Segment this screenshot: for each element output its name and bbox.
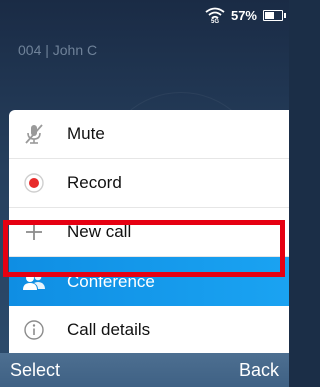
menu-item-new-call[interactable]: New call [9,208,289,257]
menu-item-label: Call details [67,320,151,339]
network-label: 5G [211,19,219,23]
wifi-icon: 5G [205,7,225,25]
menu-item-conference[interactable]: Conference [9,257,289,306]
mic-off-icon [21,121,47,147]
menu-item-label: Record [67,173,122,192]
back-softkey[interactable]: Back [239,360,279,381]
info-icon [21,317,47,343]
menu-item-label: Mute [67,124,105,143]
conference-icon [21,269,47,295]
battery-percent: 57% [230,7,257,23]
call-screen: 5G 57% 004 | John C Mute Record New call… [0,0,289,387]
call-options-menu: Mute Record New call Conference Call det… [9,110,289,355]
softkey-bar: Select Back [0,353,289,387]
plus-icon [21,219,47,245]
menu-item-record[interactable]: Record [9,159,289,208]
menu-item-label: Conference [67,271,155,291]
select-softkey[interactable]: Select [10,360,60,381]
battery-fill [265,11,274,19]
caller-info: 004 | John C [18,42,98,58]
battery-icon [263,9,286,21]
menu-item-mute[interactable]: Mute [9,110,289,159]
menu-item-call-details[interactable]: Call details [9,306,289,355]
status-bar: 5G 57% [0,0,289,30]
record-icon [21,170,47,196]
menu-item-label: New call [67,222,132,241]
